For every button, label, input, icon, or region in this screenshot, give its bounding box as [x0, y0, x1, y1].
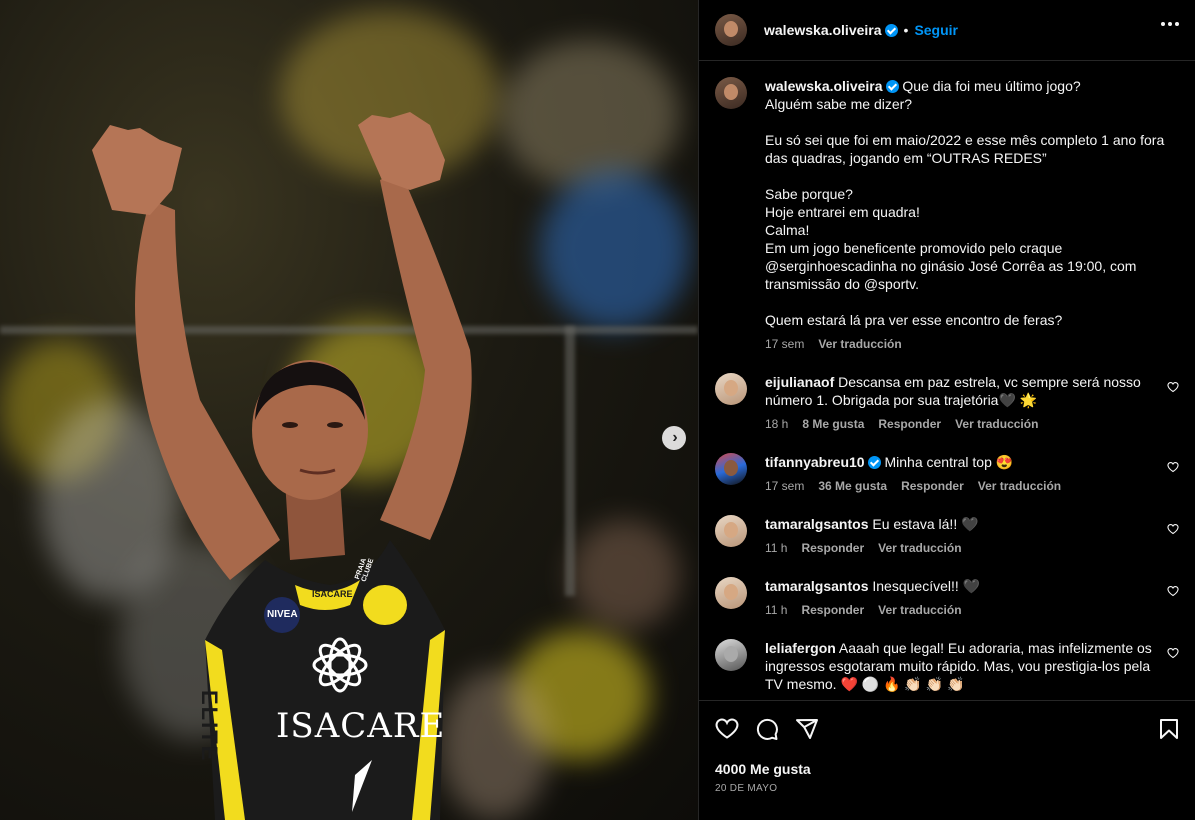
bookmark-icon[interactable]: [1157, 717, 1181, 741]
comment-meta: 17 sem 36 Me gusta Responder Ver traducc…: [765, 479, 1155, 493]
comment-like-heart-icon[interactable]: [1167, 381, 1179, 393]
comment-item: tamaralgsantos Eu estava lá!! 🖤 11 h Res…: [715, 515, 1179, 555]
comment-item: eijulianaof Descansa em paz estrela, vc …: [715, 373, 1179, 431]
caption-paragraph: Sabe porque? Hoje entrarei em quadra! Ca…: [765, 186, 1137, 292]
commenter-username[interactable]: tamaralgsantos: [765, 578, 868, 594]
comment-like-heart-icon[interactable]: [1167, 585, 1179, 597]
author-avatar[interactable]: [715, 14, 747, 46]
comment-body: tamaralgsantos Eu estava lá!! 🖤: [765, 515, 1155, 533]
post-actions-footer: 4000 Me gusta 20 DE MAYO: [699, 700, 1195, 820]
commenter-username[interactable]: leliafergon: [765, 640, 836, 656]
translate-link[interactable]: Ver traducción: [878, 603, 961, 617]
reply-button[interactable]: Responder: [878, 417, 941, 431]
comment-like-heart-icon[interactable]: [1167, 523, 1179, 535]
commenter-avatar[interactable]: [715, 639, 747, 671]
comment-like-heart-icon[interactable]: [1167, 461, 1179, 473]
comment-body: leliafergon Aaaah que legal! Eu adoraria…: [765, 639, 1155, 693]
verified-badge-icon: [884, 23, 898, 37]
post-caption: walewska.oliveira Que dia foi meu último…: [715, 77, 1179, 351]
chevron-right-icon: ›: [672, 429, 678, 446]
more-options-icon[interactable]: [1161, 22, 1179, 26]
comment-body: tifannyabreu10 Minha central top 😍: [765, 453, 1155, 471]
jersey-brand-text: ISACARE: [276, 706, 446, 746]
commenter-avatar[interactable]: [715, 373, 747, 405]
translate-link[interactable]: Ver traducción: [978, 479, 1061, 493]
comment-text: Minha central top 😍: [884, 454, 1014, 470]
comment-item: tifannyabreu10 Minha central top 😍 17 se…: [715, 453, 1179, 493]
commenter-username[interactable]: tifannyabreu10: [765, 454, 865, 470]
comment-body: tamaralgsantos Inesquecível!! 🖤: [765, 577, 1155, 595]
author-avatar[interactable]: [715, 77, 747, 109]
caption-paragraph: Quem estará lá pra ver esse encontro de …: [765, 312, 1063, 328]
comment-item: tamaralgsantos Inesquecível!! 🖤 11 h Res…: [715, 577, 1179, 617]
share-icon[interactable]: [795, 717, 819, 741]
comment-item: leliafergon Aaaah que legal! Eu adoraria…: [715, 639, 1179, 693]
comment-text: Eu estava lá!! 🖤: [872, 516, 979, 532]
author-username[interactable]: walewska.oliveira: [764, 22, 882, 38]
jersey-sleeve-text: ELITE: [197, 690, 222, 763]
commenter-avatar[interactable]: [715, 453, 747, 485]
post-side-panel: walewska.oliveira • Seguir walewska.oliv…: [698, 0, 1195, 820]
comment-time[interactable]: 17 sem: [765, 479, 804, 493]
reply-button[interactable]: Responder: [801, 541, 864, 555]
instagram-post-viewer: ISACARE NIVEA ISACARE PRAIA CLUBE ELITE …: [0, 0, 1195, 820]
heart-icon[interactable]: [715, 717, 739, 741]
comment-likes[interactable]: 8 Me gusta: [802, 417, 864, 431]
jersey-chest-text: ISACARE: [312, 589, 353, 599]
verified-badge-icon: [867, 456, 881, 469]
comment-icon[interactable]: [755, 717, 779, 741]
caption-username[interactable]: walewska.oliveira: [765, 78, 883, 94]
commenter-username[interactable]: eijulianaof: [765, 374, 834, 390]
comment-body: eijulianaof Descansa em paz estrela, vc …: [765, 373, 1155, 409]
translate-link[interactable]: Ver traducción: [955, 417, 1038, 431]
reply-button[interactable]: Responder: [901, 479, 964, 493]
comment-time[interactable]: 11 h: [765, 603, 787, 617]
caption-paragraph: Eu só sei que foi em maio/2022 e esse mê…: [765, 132, 1165, 166]
caption-body: walewska.oliveira Que dia foi meu último…: [765, 77, 1170, 329]
caption-translate-link[interactable]: Ver traducción: [818, 337, 901, 351]
verified-badge-icon: [885, 80, 899, 93]
athlete-figure: ISACARE NIVEA ISACARE PRAIA CLUBE ELITE: [0, 0, 698, 820]
commenter-username[interactable]: tamaralgsantos: [765, 516, 868, 532]
comment-meta: 11 h Responder Ver traducción: [765, 541, 1155, 555]
action-bar: [715, 709, 1179, 749]
post-photo: ISACARE NIVEA ISACARE PRAIA CLUBE ELITE …: [0, 0, 698, 820]
jersey-sponsor-text: NIVEA: [267, 609, 298, 620]
comment-time[interactable]: 18 h: [765, 417, 788, 431]
caption-meta: 17 sem Ver traducción: [765, 337, 1170, 351]
post-header: walewska.oliveira • Seguir: [699, 0, 1195, 61]
translate-link[interactable]: Ver traducción: [878, 541, 961, 555]
follow-button[interactable]: Seguir: [914, 22, 958, 38]
commenter-avatar[interactable]: [715, 577, 747, 609]
comment-text: Inesquecível!! 🖤: [872, 578, 981, 594]
comments-scroll-area[interactable]: walewska.oliveira Que dia foi meu último…: [699, 61, 1195, 700]
comment-time[interactable]: 11 h: [765, 541, 787, 555]
commenter-avatar[interactable]: [715, 515, 747, 547]
comment-meta: 18 h 8 Me gusta Responder Ver traducción: [765, 417, 1155, 431]
comment-likes[interactable]: 36 Me gusta: [818, 479, 887, 493]
separator-dot: •: [903, 22, 909, 38]
comment-meta: 11 h Responder Ver traducción: [765, 603, 1155, 617]
like-count[interactable]: 4000 Me gusta: [715, 761, 1179, 777]
post-date: 20 DE MAYO: [715, 783, 778, 794]
reply-button[interactable]: Responder: [801, 603, 864, 617]
comment-like-heart-icon[interactable]: [1167, 647, 1179, 659]
caption-time[interactable]: 17 sem: [765, 337, 804, 351]
next-photo-button[interactable]: ›: [662, 426, 686, 450]
